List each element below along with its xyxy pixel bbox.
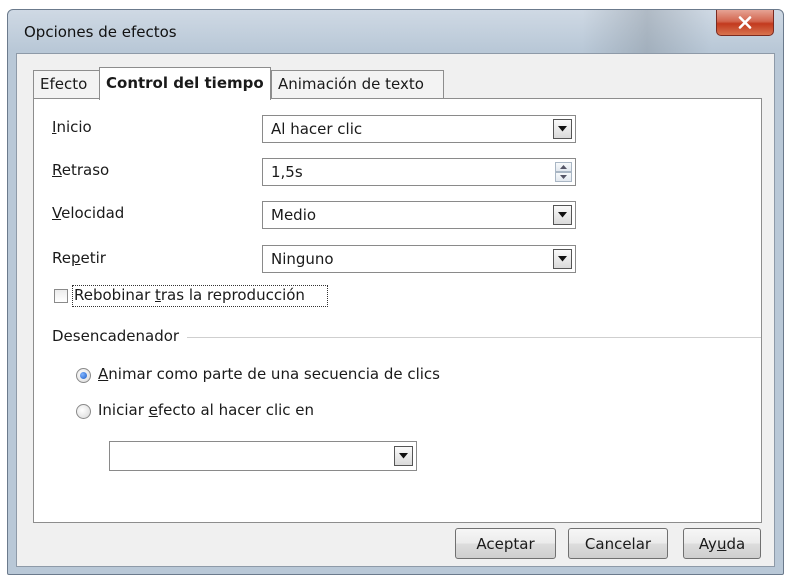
help-button[interactable]: Ayuda: [683, 528, 761, 559]
timing-panel: Inicio Al hacer clic Retraso 1,5s Veloci…: [33, 98, 762, 523]
cancel-button-label: Cancelar: [584, 534, 652, 553]
radio-start-on-click-label[interactable]: Iniciar efecto al hacer clic en: [98, 401, 314, 419]
spin-down-button[interactable]: [555, 172, 572, 182]
title-bar-glass: [582, 10, 712, 54]
repeat-value: Ninguno: [271, 250, 334, 268]
tab-efecto-label: Efecto: [40, 75, 88, 93]
close-x-icon: [738, 16, 752, 29]
start-label: Inicio: [52, 118, 92, 136]
trigger-heading: Desencadenador: [52, 327, 180, 345]
radio-selected-dot: [80, 372, 87, 379]
dropdown-arrow-icon: [399, 453, 408, 459]
spin-up-down-icon[interactable]: [555, 162, 572, 182]
ok-button-label: Aceptar: [476, 534, 535, 553]
tab-animacion-de-texto-label: Animación de texto: [278, 75, 424, 93]
close-button[interactable]: [716, 10, 774, 36]
delay-value: 1,5s: [271, 163, 303, 181]
spin-up-button[interactable]: [555, 162, 572, 172]
radio-start-on-click[interactable]: [76, 404, 91, 419]
repeat-dropdown-button[interactable]: [553, 249, 572, 269]
start-dropdown-button[interactable]: [553, 119, 572, 139]
delay-label: Retraso: [52, 161, 110, 179]
trigger-separator: [187, 337, 761, 338]
speed-label: Velocidad: [52, 204, 125, 222]
trigger-shape-dropdown[interactable]: [109, 441, 417, 471]
tab-animacion-de-texto[interactable]: Animación de texto: [271, 70, 444, 98]
dialog-title: Opciones de efectos: [24, 23, 177, 41]
dropdown-arrow-icon: [558, 256, 567, 262]
cancel-button[interactable]: Cancelar: [568, 528, 668, 559]
tab-control-del-tiempo[interactable]: Control del tiempo: [99, 67, 271, 100]
rewind-label[interactable]: Rebobinar tras la reproducción: [74, 286, 305, 304]
effect-options-dialog: Opciones de efectos Efecto Control del t…: [7, 9, 784, 575]
radio-click-sequence[interactable]: [76, 368, 91, 383]
title-bar[interactable]: Opciones de efectos: [8, 10, 783, 54]
speed-dropdown-button[interactable]: [553, 205, 572, 225]
radio-click-sequence-label[interactable]: Animar como parte de una secuencia de cl…: [98, 365, 440, 383]
trigger-shape-dropdown-button[interactable]: [394, 446, 413, 466]
delay-spinbox[interactable]: 1,5s: [262, 158, 576, 186]
ok-button[interactable]: Aceptar: [455, 528, 556, 559]
help-button-label: Ayuda: [698, 534, 746, 553]
speed-dropdown[interactable]: Medio: [262, 201, 576, 229]
rewind-checkbox[interactable]: [54, 289, 68, 303]
dropdown-arrow-icon: [558, 212, 567, 218]
tab-control-del-tiempo-label: Control del tiempo: [106, 74, 264, 92]
repeat-label: Repetir: [52, 249, 106, 267]
dropdown-arrow-icon: [558, 126, 567, 132]
tab-efecto[interactable]: Efecto: [33, 70, 101, 98]
dialog-client-area: Efecto Control del tiempo Animación de t…: [16, 53, 775, 567]
start-dropdown[interactable]: Al hacer clic: [262, 115, 576, 143]
start-value: Al hacer clic: [271, 120, 363, 138]
speed-value: Medio: [271, 206, 317, 224]
repeat-dropdown[interactable]: Ninguno: [262, 245, 576, 273]
